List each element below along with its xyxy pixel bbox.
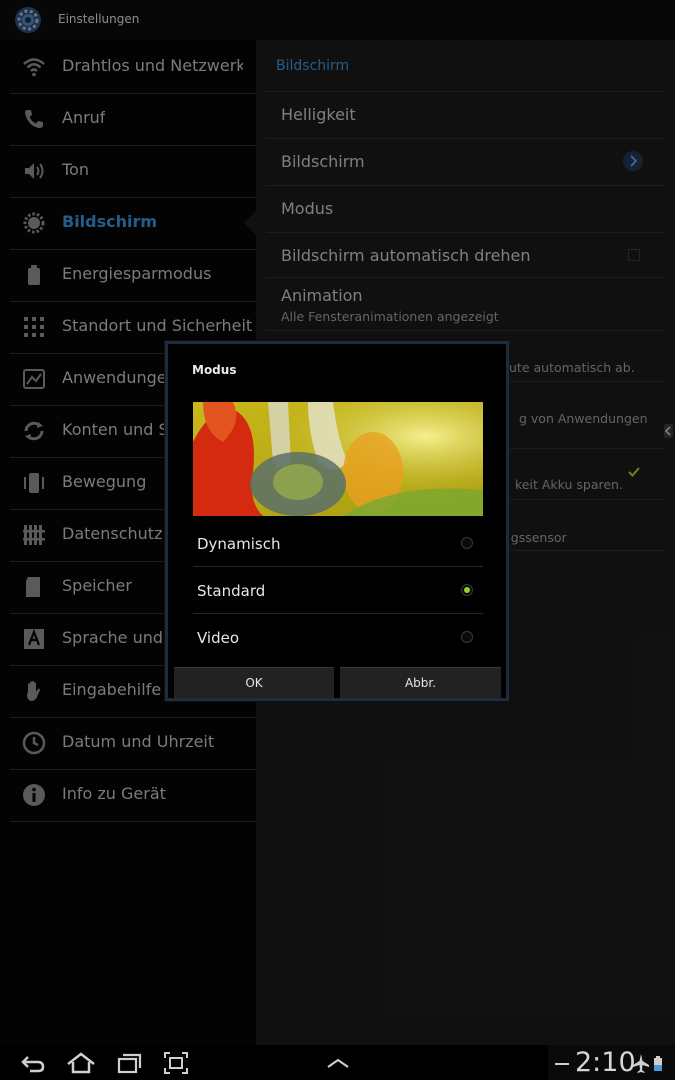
modus-dialog: Modus Dynamisch Standard Video OK Abbr. xyxy=(165,341,509,701)
option-video[interactable]: Video xyxy=(193,614,483,660)
dialog-title: Modus xyxy=(192,363,237,377)
preview-image xyxy=(193,402,483,516)
option-label: Standard xyxy=(197,582,266,600)
battery-status-icon xyxy=(654,1056,662,1071)
option-label: Dynamisch xyxy=(197,535,281,553)
cancel-button[interactable]: Abbr. xyxy=(340,667,501,698)
ok-button[interactable]: OK xyxy=(174,667,334,698)
radio-button[interactable] xyxy=(461,631,473,643)
option-standard[interactable]: Standard xyxy=(193,567,483,614)
option-dynamisch[interactable]: Dynamisch xyxy=(193,520,483,567)
airplane-icon xyxy=(633,1054,649,1073)
minus-icon xyxy=(555,1063,569,1065)
radio-button-checked[interactable] xyxy=(461,584,473,596)
screenshot-icon[interactable] xyxy=(163,1051,189,1075)
home-icon[interactable] xyxy=(66,1051,96,1075)
system-bar: 2:10 xyxy=(0,1045,675,1080)
clock: 2:10 xyxy=(575,1047,636,1078)
chevron-up-icon[interactable] xyxy=(325,1051,351,1075)
back-icon[interactable] xyxy=(20,1051,46,1075)
option-label: Video xyxy=(197,629,240,647)
radio-button[interactable] xyxy=(461,537,473,549)
recent-apps-icon[interactable] xyxy=(116,1051,142,1075)
